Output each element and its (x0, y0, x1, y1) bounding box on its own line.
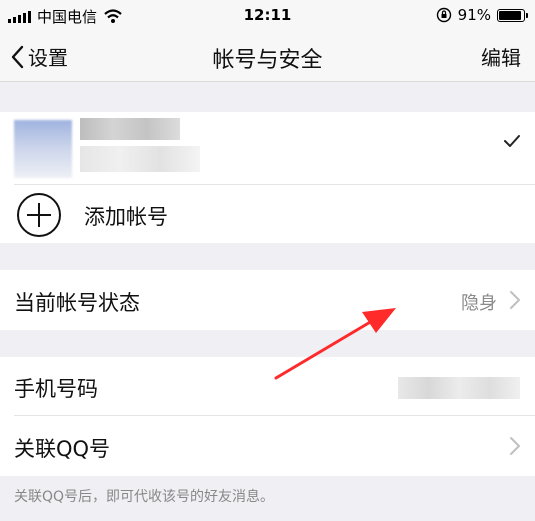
annotation-arrow-icon (274, 308, 396, 380)
account-security-screen: 中国电信 12:11 91% 设置 帐号与安全 编辑 添加帐号 当前帐号状态 隐… (0, 0, 535, 521)
